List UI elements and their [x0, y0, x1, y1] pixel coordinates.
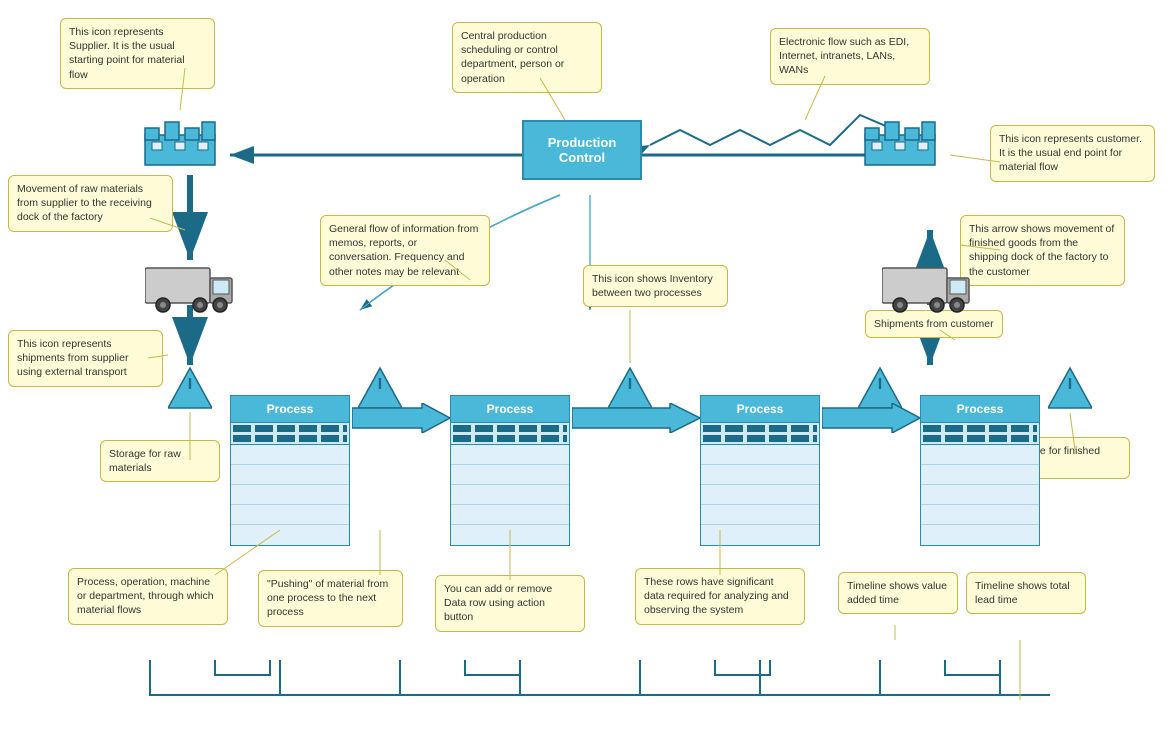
info-flow-tooltip: General flow of information from memos, … — [320, 215, 490, 286]
process-2: Process — [450, 395, 570, 546]
prod-control-tooltip: Central production scheduling or control… — [452, 22, 602, 93]
process-3-header: Process — [700, 395, 820, 423]
process-3: Process — [700, 395, 820, 546]
svg-text:I: I — [878, 376, 882, 393]
customer-truck — [882, 258, 972, 316]
finished-goods-tooltip: This arrow shows movement of finished go… — [960, 215, 1125, 286]
svg-text:I: I — [188, 376, 192, 393]
timeline-lead-tooltip: Timeline shows total lead time — [966, 572, 1086, 614]
process-1: Process — [230, 395, 350, 546]
process-1-header: Process — [230, 395, 350, 423]
supplier-factory — [140, 100, 220, 170]
process-2-header: Process — [450, 395, 570, 423]
customer-tooltip: This icon represents customer. It is the… — [990, 125, 1155, 182]
left-triangle: I — [168, 363, 212, 416]
push-arrow-3-4 — [822, 403, 920, 436]
process-tooltip: Process, operation, machine or departmen… — [68, 568, 228, 625]
data-rows-tooltip: These rows have significant data require… — [635, 568, 805, 625]
data-row-tooltip: You can add or remove Data row using act… — [435, 575, 585, 632]
process-4: Process — [920, 395, 1040, 546]
production-control-box: Production Control — [522, 120, 642, 180]
production-control-label: Production Control — [524, 135, 640, 165]
customer-factory — [860, 100, 940, 170]
supplier-truck — [145, 258, 235, 316]
raw-material-movement-tooltip: Movement of raw materials from supplier … — [8, 175, 173, 232]
electronic-flow-tooltip: Electronic flow such as EDI, Internet, i… — [770, 28, 930, 85]
inventory-tooltip: This icon shows Inventory between two pr… — [583, 265, 728, 307]
right-triangle: I — [1048, 363, 1092, 416]
svg-text:I: I — [628, 376, 632, 393]
push-tooltip: "Pushing" of material from one process t… — [258, 570, 403, 627]
diagram: Production Control This icon represents … — [0, 0, 1170, 735]
svg-text:I: I — [378, 376, 382, 393]
svg-text:I: I — [1068, 376, 1072, 393]
push-arrow-2-3 — [572, 403, 700, 436]
supplier-tooltip: This icon represents Supplier. It is the… — [60, 18, 215, 89]
supplier-transport-tooltip: This icon represents shipments from supp… — [8, 330, 163, 387]
timeline-value-tooltip: Timeline shows value added time — [838, 572, 958, 614]
process-4-header: Process — [920, 395, 1040, 423]
storage-raw-tooltip: Storage for raw materials — [100, 440, 220, 482]
push-arrow-1-2 — [352, 403, 450, 436]
